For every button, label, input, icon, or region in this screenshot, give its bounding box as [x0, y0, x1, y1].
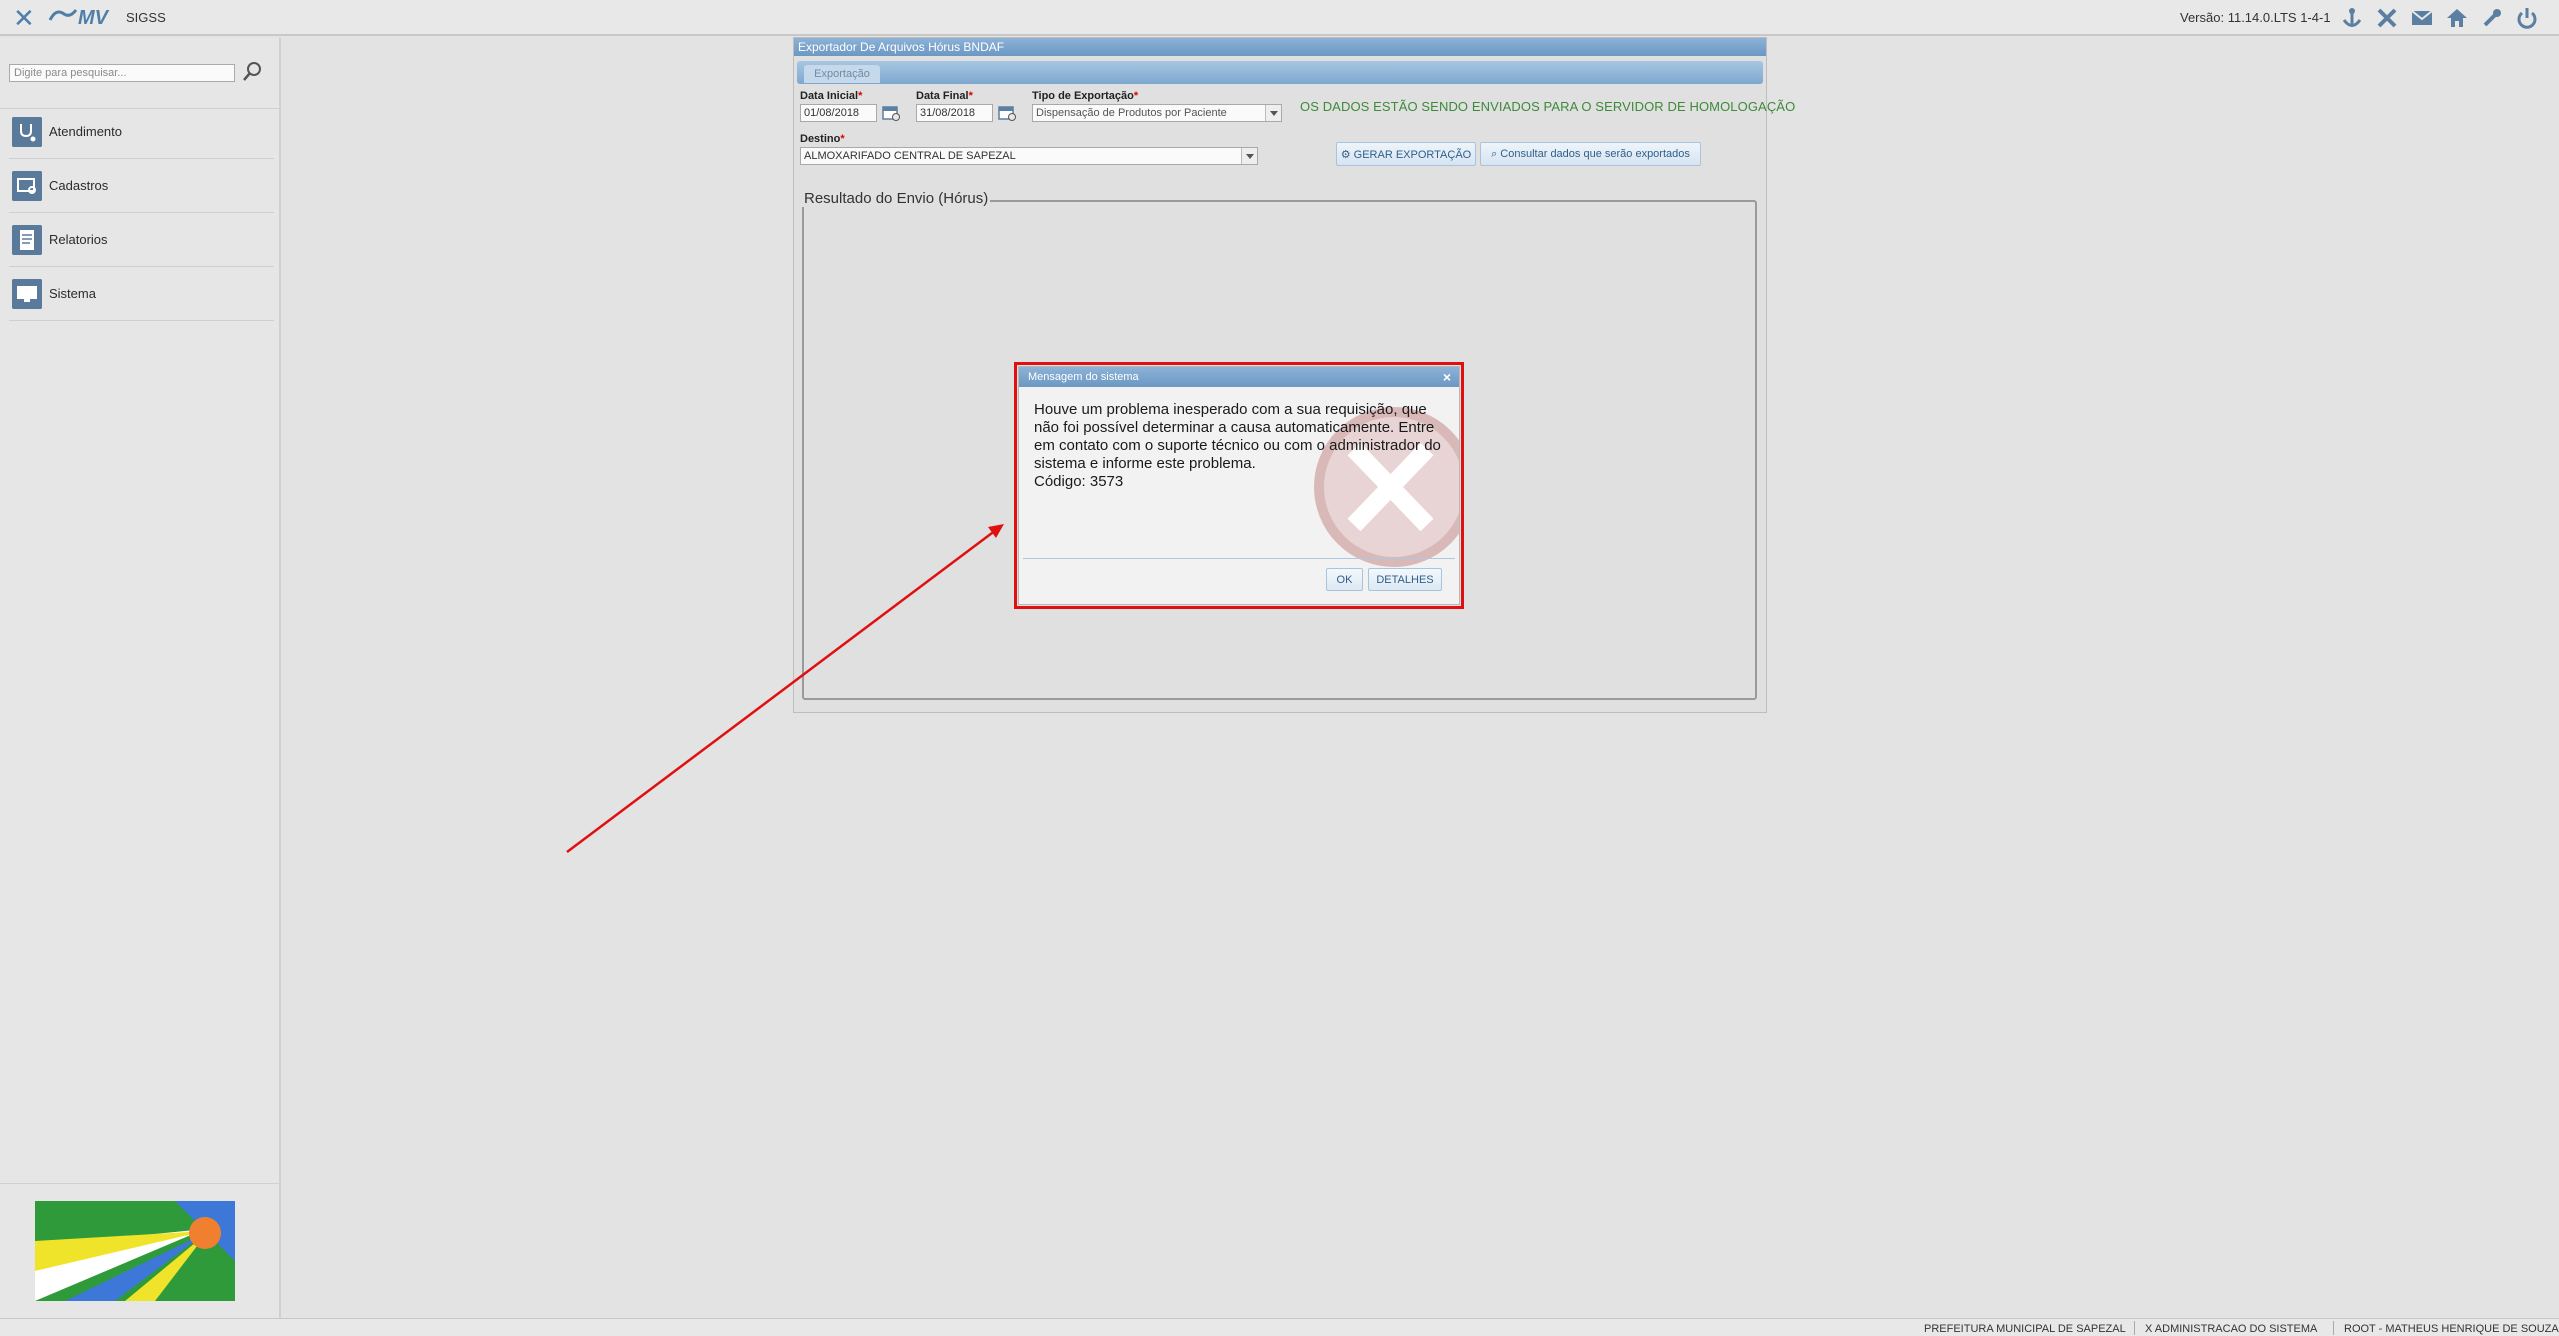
ok-button[interactable]: OK [1326, 568, 1363, 591]
municipality-logo [35, 1201, 235, 1301]
homologation-notice: OS DADOS ESTÃO SENDO ENVIADOS PARA O SER… [1300, 99, 1796, 114]
version-label: Versão: 11.14.0.LTS 1-4-1 [2180, 10, 2331, 25]
destino-label: Destino* [800, 133, 845, 145]
dialog-message: Houve um problema inesperado com a sua r… [1034, 401, 1446, 491]
app-name: SIGSS [126, 10, 166, 25]
error-message-text: Houve um problema inesperado com a sua r… [1034, 401, 1441, 472]
top-bar: ✕ MV SIGSS Versão: 11.14.0.LTS 1-4-1 [0, 0, 2559, 36]
dialog-title-text: Mensagem do sistema [1028, 371, 1139, 383]
sidebar-item-atendimento[interactable]: Atendimento [9, 107, 274, 159]
close-app-icon[interactable]: ✕ [13, 5, 35, 31]
sidebar-item-label: Sistema [49, 286, 96, 301]
data-inicial-label: Data Inicial* [800, 90, 863, 102]
calendar-icon[interactable] [997, 104, 1017, 122]
mail-icon[interactable] [2409, 5, 2435, 31]
result-legend: Resultado do Envio (Hórus) [802, 190, 991, 207]
gerar-exportacao-button[interactable]: ⚙ GERAR EXPORTAÇÃO [1336, 142, 1476, 166]
status-organization: PREFEITURA MUNICIPAL DE SAPEZAL [1924, 1323, 2126, 1335]
tab-exportacao[interactable]: Exportação [804, 65, 880, 83]
close-icon[interactable]: × [1443, 369, 1451, 385]
sidebar-bottom-divider [0, 1183, 281, 1184]
anchor-icon[interactable] [2339, 5, 2365, 31]
tab-strip: Exportação [797, 61, 1763, 84]
status-divider [2333, 1321, 2334, 1335]
error-code: Código: 3573 [1034, 473, 1124, 490]
wrench-icon[interactable] [2479, 5, 2505, 31]
destino-select[interactable]: ALMOXARIFADO CENTRAL DE SAPEZAL [800, 147, 1258, 165]
status-divider [2134, 1321, 2135, 1335]
registry-icon [12, 171, 42, 201]
chevron-down-icon[interactable] [1241, 148, 1257, 164]
data-final-label: Data Final* [916, 90, 973, 102]
sidebar-item-label: Atendimento [49, 124, 122, 139]
destino-value: ALMOXARIFADO CENTRAL DE SAPEZAL [804, 150, 1016, 162]
sidebar-item-sistema[interactable]: Sistema [9, 269, 274, 321]
consultar-dados-button[interactable]: ⌕ Consultar dados que serão exportados [1480, 142, 1701, 166]
dialog-title: Mensagem do sistema × [1019, 367, 1459, 387]
sidebar: Atendimento Cadastros Relatorios Sistema [0, 38, 281, 1318]
status-bar: PREFEITURA MUNICIPAL DE SAPEZAL X ADMINI… [0, 1318, 2559, 1336]
power-icon[interactable] [2514, 5, 2540, 31]
status-unit: X ADMINISTRACAO DO SISTEMA [2145, 1323, 2318, 1335]
search-input[interactable] [9, 64, 235, 82]
stethoscope-icon [12, 117, 42, 147]
calendar-icon[interactable] [881, 104, 901, 122]
dialog-divider [1023, 558, 1455, 559]
tipo-exportacao-select[interactable]: Dispensação de Produtos por Paciente [1032, 104, 1282, 122]
data-inicial-field[interactable]: 01/08/2018 [800, 104, 877, 122]
home-icon[interactable] [2444, 5, 2470, 31]
chevron-down-icon[interactable] [1265, 105, 1281, 121]
sidebar-item-label: Cadastros [49, 178, 109, 193]
system-message-dialog: Mensagem do sistema × Houve um problema … [1018, 366, 1460, 605]
details-button[interactable]: DETALHES [1368, 568, 1442, 591]
mv-logo: MV [48, 7, 110, 28]
tipo-exportacao-label: Tipo de Exportação* [1032, 90, 1139, 102]
svg-text:MV: MV [78, 7, 110, 28]
sidebar-item-cadastros[interactable]: Cadastros [9, 161, 274, 213]
report-icon [12, 225, 42, 255]
data-final-field[interactable]: 31/08/2018 [916, 104, 993, 122]
monitor-icon [12, 279, 42, 309]
tools-icon[interactable] [2374, 5, 2400, 31]
tipo-exportacao-value: Dispensação de Produtos por Paciente [1036, 107, 1227, 119]
sidebar-item-label: Relatorios [49, 232, 108, 247]
sidebar-item-relatorios[interactable]: Relatorios [9, 215, 274, 267]
window-title: Exportador De Arquivos Hórus BNDAF [794, 38, 1766, 56]
search-icon[interactable] [240, 60, 264, 84]
status-user: ROOT - MATHEUS HENRIQUE DE SOUZA [2344, 1323, 2559, 1335]
